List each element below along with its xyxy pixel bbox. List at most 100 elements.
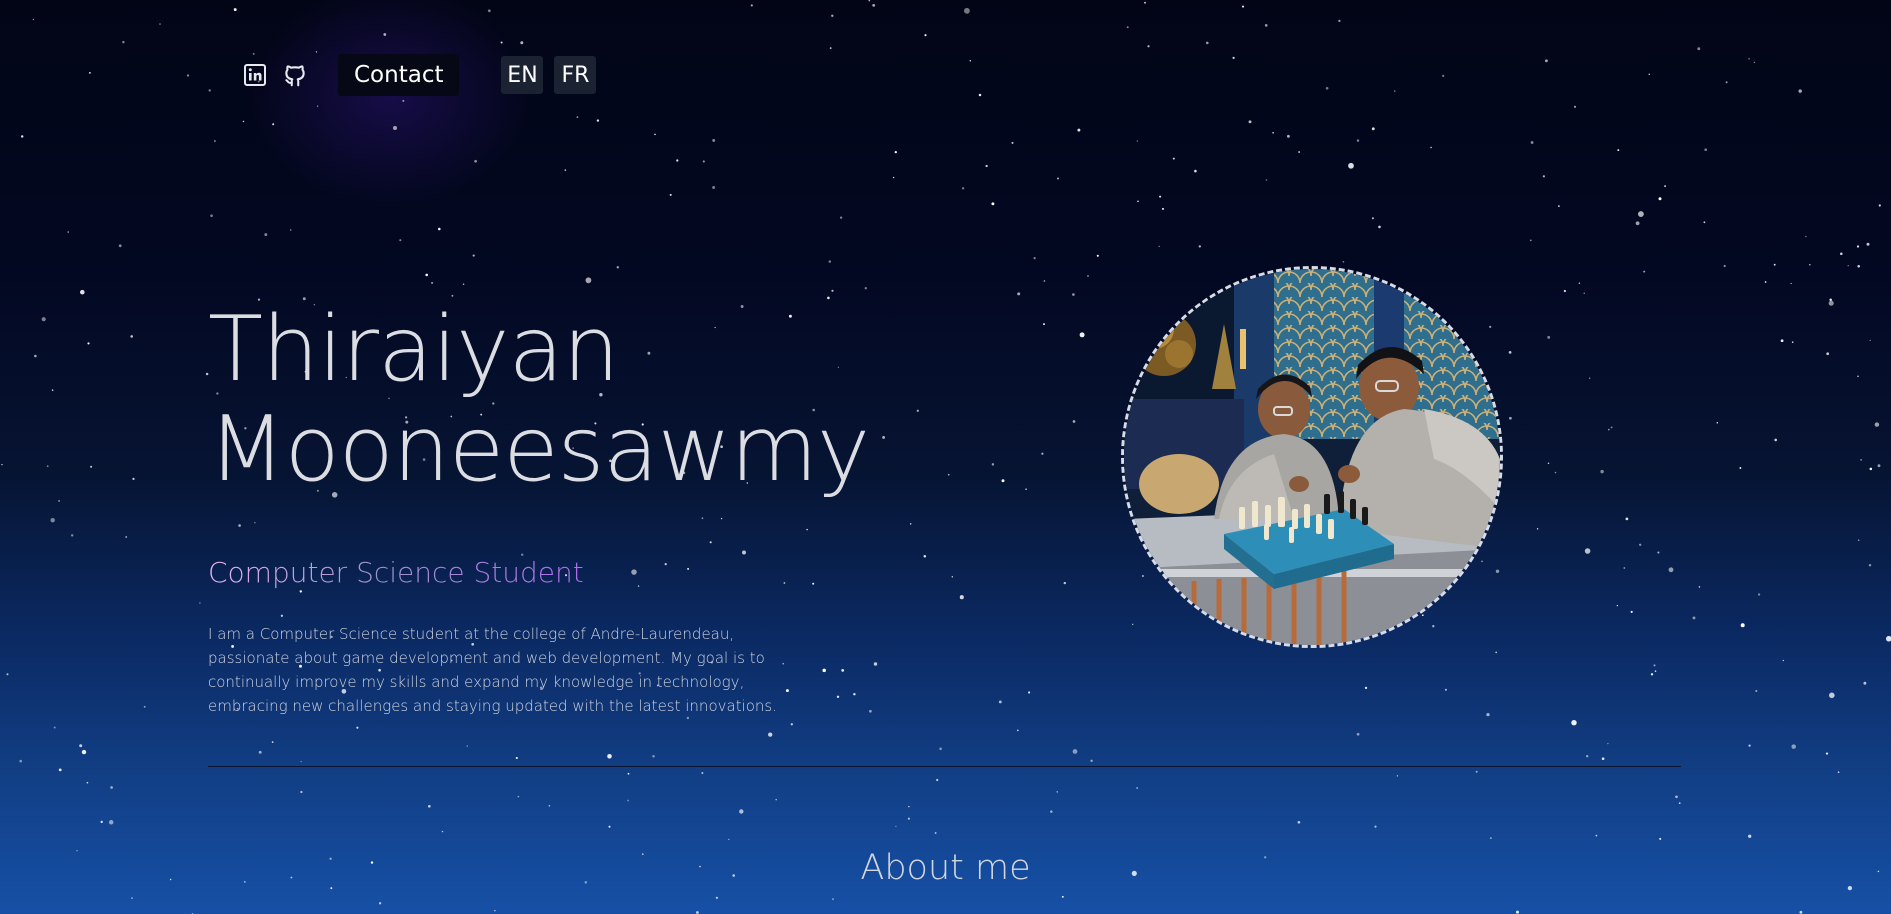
star [1041, 452, 1044, 455]
star [1601, 757, 1605, 761]
star [839, 216, 843, 219]
star [1847, 265, 1849, 267]
star [1748, 744, 1751, 747]
star [712, 186, 716, 189]
star [750, 4, 753, 7]
star [1077, 128, 1081, 132]
star [1659, 837, 1662, 840]
star [1866, 242, 1870, 246]
star [143, 705, 146, 708]
contact-button[interactable]: Contact [338, 54, 460, 96]
star [118, 244, 122, 248]
star [924, 34, 927, 37]
star [812, 582, 815, 585]
star [959, 595, 964, 600]
star [991, 202, 995, 206]
star [775, 798, 777, 801]
star [1773, 263, 1776, 266]
star [383, 33, 387, 36]
star [1, 464, 3, 466]
star [6, 673, 9, 676]
star [637, 585, 640, 587]
star [81, 749, 87, 755]
star [831, 14, 834, 18]
star [494, 910, 496, 912]
star [431, 281, 434, 284]
star [790, 723, 793, 726]
star [1828, 300, 1834, 306]
star [1790, 282, 1792, 285]
star [1096, 254, 1099, 257]
star [1265, 179, 1268, 181]
star [1837, 771, 1840, 774]
star [1678, 802, 1681, 804]
star [712, 138, 716, 142]
star [1791, 341, 1794, 343]
star [393, 126, 397, 130]
star [208, 89, 211, 92]
star [1509, 416, 1512, 420]
star [720, 517, 723, 520]
star [51, 389, 54, 391]
star [1421, 614, 1424, 617]
star [233, 8, 237, 12]
star [829, 47, 832, 50]
star [701, 771, 704, 775]
star [1698, 586, 1701, 588]
star [356, 726, 359, 729]
star [894, 150, 897, 154]
star [58, 499, 61, 502]
star [822, 668, 826, 673]
star [728, 838, 730, 841]
star [1740, 623, 1745, 628]
star [1798, 89, 1802, 93]
star [1829, 298, 1832, 302]
star [831, 289, 834, 292]
star [1072, 293, 1075, 296]
about-section-title: About me [860, 848, 1031, 888]
star [1874, 422, 1880, 427]
star [1799, 910, 1803, 914]
star [1063, 581, 1067, 585]
linkedin-icon [244, 64, 266, 86]
star [1025, 488, 1027, 491]
star [1704, 148, 1708, 152]
star [1364, 686, 1368, 690]
star [1635, 221, 1640, 226]
star [1782, 659, 1784, 662]
linkedin-link[interactable] [240, 60, 270, 90]
star [1630, 610, 1633, 613]
star [1172, 157, 1175, 160]
star [963, 7, 970, 14]
star [1132, 623, 1134, 625]
star [1529, 239, 1532, 242]
star [985, 164, 988, 168]
github-link[interactable] [280, 60, 310, 90]
star [1162, 207, 1164, 210]
star [1780, 339, 1784, 343]
star [1087, 275, 1089, 277]
star [254, 522, 256, 524]
star [1648, 73, 1650, 75]
star [41, 317, 46, 322]
star [607, 753, 612, 759]
hero-last-name: Mooneesawmy [208, 397, 870, 502]
star [1675, 795, 1678, 799]
star [1495, 569, 1500, 574]
star [1554, 471, 1557, 474]
star [1286, 134, 1290, 138]
profile-photo-illustration [1124, 269, 1500, 645]
star [1578, 282, 1581, 284]
star [210, 214, 213, 218]
language-en-button[interactable]: EN [501, 56, 544, 94]
star [1475, 770, 1478, 773]
language-fr-button[interactable]: FR [554, 56, 597, 94]
star [978, 93, 982, 97]
star [864, 286, 868, 290]
star [836, 695, 840, 699]
star [299, 590, 302, 593]
star [1650, 673, 1654, 676]
star [664, 562, 667, 566]
star [1371, 217, 1374, 220]
star [67, 231, 69, 233]
